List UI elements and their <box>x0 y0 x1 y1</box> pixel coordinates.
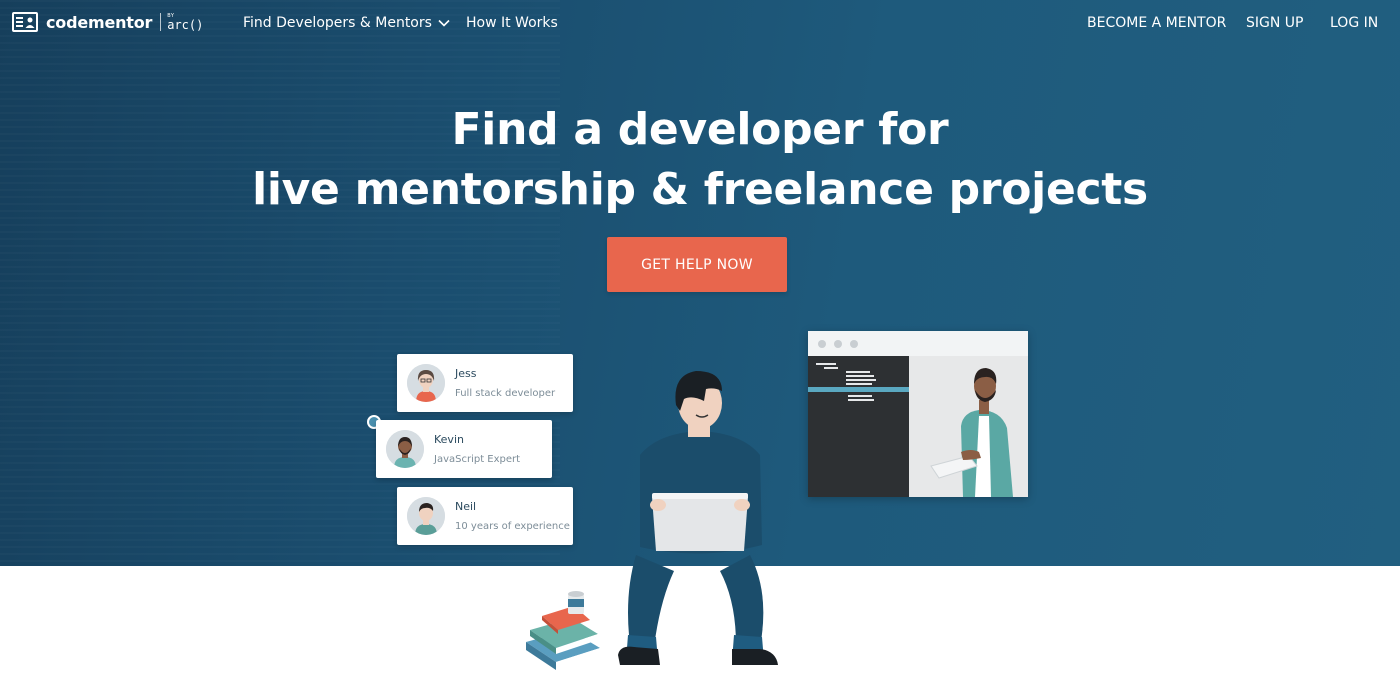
avatar-kevin <box>386 430 424 468</box>
books-illustration <box>520 590 610 672</box>
window-titlebar <box>808 331 1028 356</box>
mentor-card-jess[interactable]: Jess Full stack developer <box>397 354 573 412</box>
top-navigation: codementor BY arc() Find Developers & Me… <box>0 0 1400 46</box>
avatar-neil <box>407 497 445 535</box>
logo-text: codementor <box>46 12 153 32</box>
get-help-now-button[interactable]: GET HELP NOW <box>607 237 787 292</box>
mentor-name: Jess <box>455 367 477 380</box>
code-highlight <box>808 387 909 392</box>
logo-arc-text: arc() <box>167 17 204 32</box>
logo-icon <box>12 12 38 32</box>
mentor-name: Kevin <box>434 433 464 446</box>
window-dot <box>834 340 842 348</box>
nav-how-it-works[interactable]: How It Works <box>466 15 558 31</box>
nav-find-label: Find Developers & Mentors <box>243 15 432 31</box>
mentor-card-neil[interactable]: Neil 10 years of experience <box>397 487 573 545</box>
nav-find-developers[interactable]: Find Developers & Mentors <box>243 15 450 31</box>
mentor-card-kevin[interactable]: Kevin JavaScript Expert <box>376 420 552 478</box>
developer-illustration <box>600 365 800 681</box>
window-dot <box>850 340 858 348</box>
headline-line-2: live mentorship & freelance projects <box>252 164 1148 215</box>
nav-become-mentor[interactable]: BECOME A MENTOR <box>1087 15 1226 31</box>
nav-sign-up[interactable]: SIGN UP <box>1246 15 1303 31</box>
codementor-logo[interactable]: codementor BY arc() <box>12 12 203 32</box>
chevron-down-icon <box>438 19 450 27</box>
headline-line-1: Find a developer for <box>451 104 949 155</box>
mentor-role: JavaScript Expert <box>434 454 521 465</box>
hero-texture <box>0 0 560 566</box>
avatar-jess <box>407 364 445 402</box>
mentor-name: Neil <box>455 500 477 513</box>
window-dot <box>818 340 826 348</box>
video-panel <box>909 356 1028 497</box>
logo-divider <box>160 13 162 31</box>
nav-log-in[interactable]: LOG IN <box>1330 15 1378 31</box>
video-session-window <box>808 331 1028 497</box>
code-editor-panel <box>808 356 909 497</box>
hero-headline: Find a developer for live mentorship & f… <box>0 100 1400 220</box>
logo-by-arc: BY arc() <box>167 13 204 32</box>
mentor-role: Full stack developer <box>455 388 556 399</box>
mentor-role: 10 years of experience <box>455 521 570 532</box>
